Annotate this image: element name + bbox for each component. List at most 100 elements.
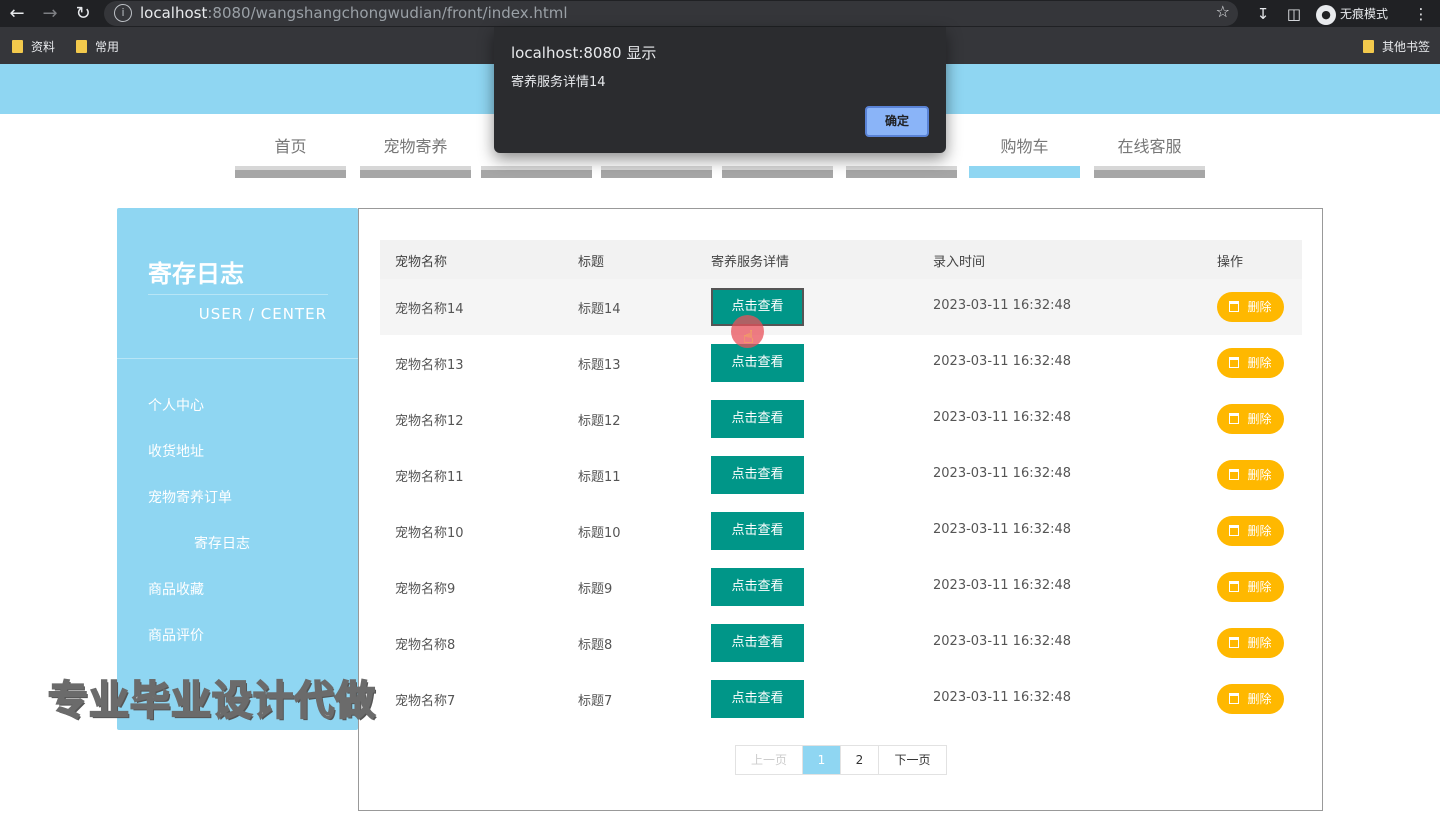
dialog-message: 寄养服务详情14 <box>511 75 606 90</box>
view-detail-button[interactable]: 点击查看 <box>711 512 804 550</box>
cell-pet-name: 宠物名称8 <box>395 638 456 653</box>
nav-tab-cart[interactable]: 购物车 <box>969 130 1080 178</box>
delete-button[interactable]: 删除 <box>1217 460 1284 490</box>
nav-tab-customer-service[interactable]: 在线客服 <box>1094 130 1205 178</box>
bookmark-star-icon[interactable]: ☆ <box>1216 2 1230 21</box>
view-detail-button[interactable]: 点击查看 <box>711 680 804 718</box>
trash-icon <box>1229 525 1240 536</box>
cell-entry-time: 2023-03-11 16:32:48 <box>933 410 1072 425</box>
address-url: localhost:8080/wangshangchongwudian/fron… <box>140 4 568 22</box>
log-table: 宠物名称 标题 寄养服务详情 录入时间 操作 宠物名称14 标题14 点击查看 … <box>380 240 1302 727</box>
cell-pet-name: 宠物名称12 <box>395 414 464 429</box>
browser-toolbar: ← → ↻ i localhost:8080/wangshangchongwud… <box>0 0 1440 27</box>
trash-icon <box>1229 357 1240 368</box>
page-button-2[interactable]: 2 <box>841 746 879 774</box>
trash-icon <box>1229 693 1240 704</box>
cell-pet-name: 宠物名称14 <box>395 302 464 317</box>
alert-dialog: localhost:8080 显示 寄养服务详情14 确定 <box>494 27 946 153</box>
site-info-icon[interactable]: i <box>114 4 132 22</box>
nav-tab-pet-boarding[interactable]: 宠物寄养 <box>360 130 471 178</box>
cell-title: 标题13 <box>578 358 621 373</box>
view-detail-button[interactable]: 点击查看 <box>711 400 804 438</box>
cell-title: 标题14 <box>578 302 621 317</box>
cell-entry-time: 2023-03-11 16:32:48 <box>933 634 1072 649</box>
cell-pet-name: 宠物名称9 <box>395 582 456 597</box>
trash-icon <box>1229 581 1240 592</box>
trash-icon <box>1229 637 1240 648</box>
cell-pet-name: 宠物名称13 <box>395 358 464 373</box>
cell-pet-name: 宠物名称10 <box>395 526 464 541</box>
user-center-sidebar: 寄存日志 USER / CENTER 个人中心 收货地址 宠物寄养订单 寄存日志… <box>117 208 358 730</box>
table-row: 宠物名称10 标题10 点击查看 2023-03-11 16:32:48 删除 <box>380 503 1302 559</box>
folder-icon <box>1363 40 1374 53</box>
folder-icon <box>12 40 23 53</box>
download-icon[interactable]: ↧ <box>1252 3 1274 25</box>
delete-button[interactable]: 删除 <box>1217 684 1284 714</box>
nav-tab-home[interactable]: 首页 <box>235 130 346 178</box>
table-row: 宠物名称12 标题12 点击查看 2023-03-11 16:32:48 删除 <box>380 391 1302 447</box>
table-row: 宠物名称9 标题9 点击查看 2023-03-11 16:32:48 删除 <box>380 559 1302 615</box>
divider <box>148 294 328 295</box>
trash-icon <box>1229 469 1240 480</box>
th-entry-time: 录入时间 <box>933 255 986 270</box>
delete-button[interactable]: 删除 <box>1217 348 1284 378</box>
forward-icon[interactable]: → <box>39 3 61 25</box>
sidebar-item-personal-center[interactable]: 个人中心 <box>148 395 204 415</box>
bookmark-folder-ziliao[interactable]: 资料 <box>12 38 55 55</box>
cell-title: 标题8 <box>578 638 613 653</box>
cell-entry-time: 2023-03-11 16:32:48 <box>933 578 1072 593</box>
reload-icon[interactable]: ↻ <box>72 3 94 25</box>
table-row: 宠物名称11 标题11 点击查看 2023-03-11 16:32:48 删除 <box>380 447 1302 503</box>
menu-dots-icon[interactable]: ⋮ <box>1410 3 1432 25</box>
bookmark-folder-changyong[interactable]: 常用 <box>76 38 119 55</box>
cell-entry-time: 2023-03-11 16:32:48 <box>933 354 1072 369</box>
view-detail-button[interactable]: 点击查看 <box>711 624 804 662</box>
trash-icon <box>1229 301 1240 312</box>
pagination: 上一页 1 2 下一页 <box>735 745 947 775</box>
view-detail-button[interactable]: 点击查看 <box>711 344 804 382</box>
back-icon[interactable]: ← <box>6 3 28 25</box>
next-page-button[interactable]: 下一页 <box>879 746 946 774</box>
divider <box>117 358 358 359</box>
cell-pet-name: 宠物名称11 <box>395 470 464 485</box>
page-button-1[interactable]: 1 <box>803 746 841 774</box>
view-detail-button[interactable]: 点击查看 <box>711 456 804 494</box>
th-title: 标题 <box>578 255 605 270</box>
bookmark-folder-other[interactable]: 其他书签 <box>1363 38 1430 55</box>
th-actions: 操作 <box>1217 255 1244 270</box>
incognito-icon: ● <box>1316 4 1336 25</box>
view-detail-button[interactable]: 点击查看 <box>711 568 804 606</box>
sidebar-title: 寄存日志 <box>148 260 244 288</box>
incognito-indicator[interactable]: ● 无痕模式 <box>1316 3 1388 25</box>
prev-page-button[interactable]: 上一页 <box>736 746 803 774</box>
address-bar[interactable]: i localhost:8080/wangshangchongwudian/fr… <box>104 1 1238 26</box>
cell-pet-name: 宠物名称7 <box>395 694 456 709</box>
side-panel-icon[interactable]: ◫ <box>1283 3 1305 25</box>
table-row: 宠物名称14 标题14 点击查看 2023-03-11 16:32:48 删除 <box>380 279 1302 335</box>
cell-title: 标题12 <box>578 414 621 429</box>
sidebar-item-address[interactable]: 收货地址 <box>148 441 204 461</box>
delete-button[interactable]: 删除 <box>1217 628 1284 658</box>
sidebar-item-favorites[interactable]: 商品收藏 <box>148 579 204 599</box>
sidebar-item-boarding-orders[interactable]: 宠物寄养订单 <box>148 487 232 507</box>
delete-button[interactable]: 删除 <box>1217 292 1284 322</box>
delete-button[interactable]: 删除 <box>1217 404 1284 434</box>
sidebar-item-storage-log[interactable]: 寄存日志 <box>194 533 250 553</box>
table-row: 宠物名称13 标题13 点击查看 2023-03-11 16:32:48 删除 <box>380 335 1302 391</box>
table-body: 宠物名称14 标题14 点击查看 2023-03-11 16:32:48 删除 … <box>380 279 1302 727</box>
cell-title: 标题11 <box>578 470 621 485</box>
th-service-detail: 寄养服务详情 <box>711 255 790 270</box>
cell-title: 标题10 <box>578 526 621 541</box>
th-pet-name: 宠物名称 <box>395 255 448 270</box>
cell-title: 标题9 <box>578 582 613 597</box>
sidebar-subtitle: USER / CENTER <box>198 305 327 323</box>
dialog-ok-button[interactable]: 确定 <box>865 106 929 137</box>
cell-entry-time: 2023-03-11 16:32:48 <box>933 298 1072 313</box>
delete-button[interactable]: 删除 <box>1217 572 1284 602</box>
hand-cursor-icon: ☝ <box>743 327 754 348</box>
delete-button[interactable]: 删除 <box>1217 516 1284 546</box>
table-row: 宠物名称8 标题8 点击查看 2023-03-11 16:32:48 删除 <box>380 615 1302 671</box>
sidebar-item-reviews[interactable]: 商品评价 <box>148 625 204 645</box>
cell-entry-time: 2023-03-11 16:32:48 <box>933 690 1072 705</box>
dialog-title: localhost:8080 显示 <box>511 44 657 62</box>
